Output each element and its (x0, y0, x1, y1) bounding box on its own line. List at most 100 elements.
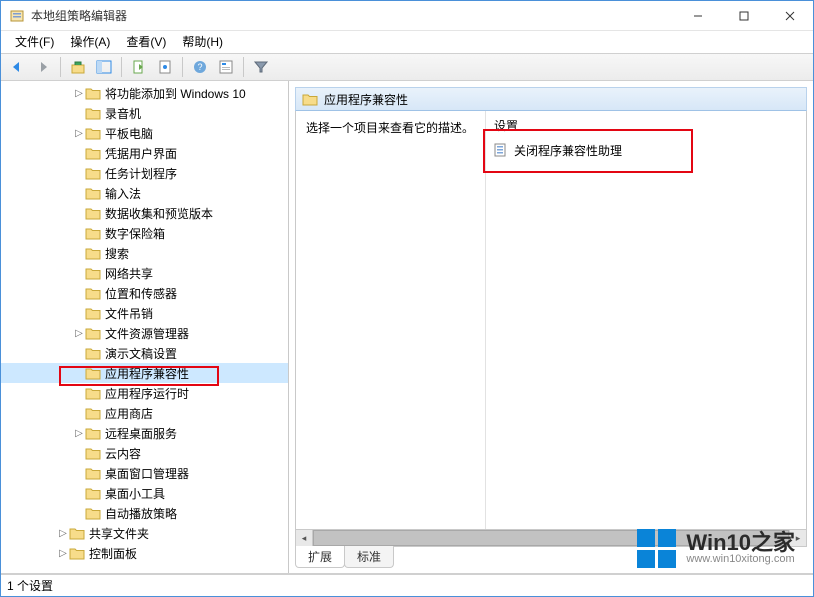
folder-icon (85, 246, 101, 260)
tree-item[interactable]: 录音机 (1, 103, 288, 123)
tree-item[interactable]: ▷ 控制面板 (1, 543, 288, 563)
tree-item[interactable]: 自动播放策略 (1, 503, 288, 523)
scroll-left-button[interactable]: ◂ (296, 530, 313, 546)
folder-icon (85, 266, 101, 280)
folder-icon (85, 406, 101, 420)
setting-item-label: 关闭程序兼容性助理 (514, 142, 622, 159)
folder-icon (85, 226, 101, 240)
tree-item[interactable]: 搜索 (1, 243, 288, 263)
tree-item[interactable]: ▷ 远程桌面服务 (1, 423, 288, 443)
watermark: Win10之家 www.win10xitong.com (637, 529, 795, 568)
folder-icon (85, 186, 101, 200)
filter-button[interactable] (249, 56, 273, 78)
content-body: ▷ 将功能添加到 Windows 10录音机▷平板电脑凭据用户界面任务计划程序输入… (1, 81, 813, 574)
show-hide-tree-button[interactable] (92, 56, 116, 78)
expander-icon[interactable]: ▷ (57, 528, 69, 539)
toolbar-separator (182, 57, 183, 77)
menu-action[interactable]: 操作(A) (62, 31, 118, 53)
tree-item[interactable]: 应用程序运行时 (1, 383, 288, 403)
expander-icon[interactable]: ▷ (57, 548, 69, 559)
close-button[interactable] (767, 1, 813, 30)
maximize-button[interactable] (721, 1, 767, 30)
statusbar: 1 个设置 (1, 574, 813, 596)
tree-item-label: 共享文件夹 (89, 525, 149, 542)
tree-item[interactable]: 文件吊销 (1, 303, 288, 323)
tree-item-label: 任务计划程序 (105, 165, 177, 182)
tree-item[interactable]: ▷文件资源管理器 (1, 323, 288, 343)
tree-item-label: 位置和传感器 (105, 285, 177, 302)
expander-icon[interactable]: ▷ (73, 328, 85, 339)
details-content: 选择一个项目来查看它的描述。 设置 关闭程序兼容性助理 (295, 111, 807, 530)
folder-icon (85, 506, 101, 520)
tree-item[interactable]: 桌面小工具 (1, 483, 288, 503)
export-button[interactable] (127, 56, 151, 78)
tree-item[interactable]: 桌面窗口管理器 (1, 463, 288, 483)
folder-icon (85, 306, 101, 320)
tree-item[interactable]: 任务计划程序 (1, 163, 288, 183)
tree-item[interactable]: 演示文稿设置 (1, 343, 288, 363)
tree-item[interactable]: ▷ 将功能添加到 Windows 10 (1, 83, 288, 103)
tree-item[interactable]: 数据收集和预览版本 (1, 203, 288, 223)
menu-help[interactable]: 帮助(H) (174, 31, 231, 53)
titlebar: 本地组策略编辑器 (1, 1, 813, 31)
settings-column-header[interactable]: 设置 (494, 117, 798, 134)
folder-icon (85, 386, 101, 400)
tree-item-label: 远程桌面服务 (105, 425, 177, 442)
up-button[interactable] (66, 56, 90, 78)
tree-item-label: 应用程序运行时 (105, 385, 189, 402)
tree-item[interactable]: ▷平板电脑 (1, 123, 288, 143)
tree-item-label: 搜索 (105, 245, 129, 262)
forward-button[interactable] (31, 56, 55, 78)
settings-column: 设置 关闭程序兼容性助理 (486, 111, 806, 529)
description-hint: 选择一个项目来查看它的描述。 (306, 119, 475, 136)
tree-scroll[interactable]: ▷ 将功能添加到 Windows 10录音机▷平板电脑凭据用户界面任务计划程序输入… (1, 81, 288, 573)
folder-icon (69, 546, 85, 560)
window-title: 本地组策略编辑器 (31, 7, 675, 24)
tree-item-label: 自动播放策略 (105, 505, 177, 522)
tree-item-label: 将功能添加到 Windows 10 (105, 85, 246, 102)
folder-icon (85, 126, 101, 140)
policy-icon (494, 143, 508, 157)
tree-item-label: 输入法 (105, 185, 141, 202)
back-button[interactable] (5, 56, 29, 78)
menu-view[interactable]: 查看(V) (118, 31, 174, 53)
tree-item-label: 数据收集和预览版本 (105, 205, 213, 222)
app-icon (9, 8, 25, 24)
tree-item[interactable]: 位置和传感器 (1, 283, 288, 303)
toolbar: ? (1, 53, 813, 81)
tree-item[interactable]: 网络共享 (1, 263, 288, 283)
tree-item-label: 控制面板 (89, 545, 137, 562)
expander-icon[interactable]: ▷ (73, 88, 85, 99)
tree-item[interactable]: ▷ 共享文件夹 (1, 523, 288, 543)
tree-item[interactable]: 应用商店 (1, 403, 288, 423)
details-header: 应用程序兼容性 (295, 87, 807, 111)
properties-button[interactable] (214, 56, 238, 78)
tree-pane: ▷ 将功能添加到 Windows 10录音机▷平板电脑凭据用户界面任务计划程序输入… (1, 81, 289, 573)
tree-item[interactable]: 应用程序兼容性 (1, 363, 288, 383)
tab-standard[interactable]: 标准 (344, 546, 394, 568)
tree-item[interactable]: 输入法 (1, 183, 288, 203)
help-button[interactable]: ? (188, 56, 212, 78)
folder-icon (85, 486, 101, 500)
tab-extended[interactable]: 扩展 (295, 546, 345, 568)
window-controls (675, 1, 813, 30)
description-column: 选择一个项目来查看它的描述。 (296, 111, 486, 529)
expander-icon[interactable]: ▷ (73, 428, 85, 439)
watermark-title: Win10之家 (686, 531, 795, 554)
tree-item[interactable]: 凭据用户界面 (1, 143, 288, 163)
watermark-url: www.win10xitong.com (686, 554, 795, 566)
folder-icon (85, 106, 101, 120)
tree-item-label: 桌面小工具 (105, 485, 165, 502)
toolbar-separator (121, 57, 122, 77)
tree-item-label: 数字保险箱 (105, 225, 165, 242)
setting-item[interactable]: 关闭程序兼容性助理 (494, 140, 798, 160)
tree-item[interactable]: 云内容 (1, 443, 288, 463)
menu-file[interactable]: 文件(F) (7, 31, 62, 53)
details-pane: 应用程序兼容性 选择一个项目来查看它的描述。 设置 关闭程序兼容性助理 (289, 81, 813, 573)
tree-item-label: 桌面窗口管理器 (105, 465, 189, 482)
expander-icon[interactable]: ▷ (73, 128, 85, 139)
minimize-button[interactable] (675, 1, 721, 30)
folder-icon (85, 366, 101, 380)
tree-item[interactable]: 数字保险箱 (1, 223, 288, 243)
refresh-button[interactable] (153, 56, 177, 78)
